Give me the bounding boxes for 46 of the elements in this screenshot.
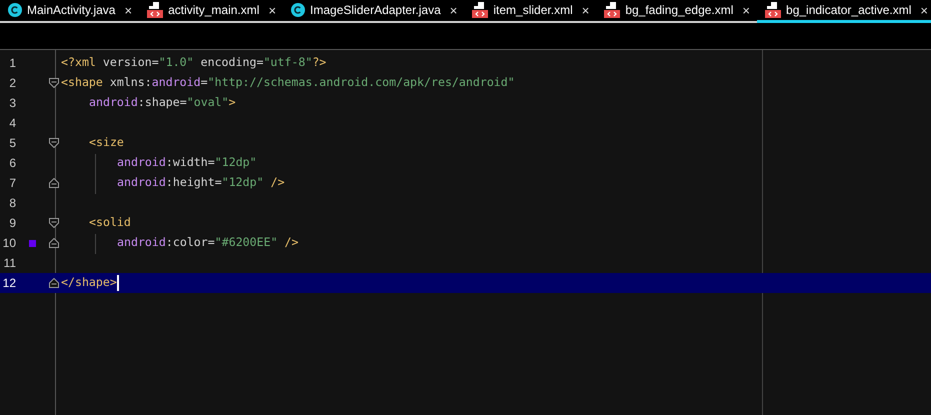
code-line: <solid — [89, 214, 131, 232]
xml-file-icon — [472, 2, 488, 18]
line-number: 4 — [8, 115, 17, 132]
line-number: 2 — [8, 75, 17, 92]
close-tab-button[interactable]: × — [450, 4, 458, 16]
line-number: 8 — [8, 195, 17, 212]
line-number: 3 — [8, 95, 17, 112]
close-tab-button[interactable]: × — [124, 4, 132, 16]
editor-tab[interactable]: bg_fading_edge.xml × — [596, 0, 758, 23]
close-tab-button[interactable]: × — [920, 4, 928, 16]
code-line: <size — [89, 134, 124, 152]
text-cursor — [116, 274, 119, 291]
class-icon — [8, 3, 22, 17]
code-line: android:shape="oval"> — [89, 94, 236, 112]
xml-file-icon — [147, 2, 164, 18]
fold-icon[interactable] — [49, 78, 59, 88]
editor-tab[interactable]: ImageSliderAdapter.java × — [283, 0, 464, 23]
xml-file-icon — [765, 2, 782, 18]
fold-icon[interactable] — [49, 218, 59, 228]
line-number: 10 — [2, 235, 17, 252]
close-tab-button[interactable]: × — [582, 4, 590, 16]
code-line: android:height="12dp" /> — [117, 174, 285, 192]
line-number: 6 — [8, 155, 17, 172]
close-tab-button[interactable]: × — [742, 4, 750, 16]
fold-icon[interactable] — [49, 238, 59, 248]
close-tab-button[interactable]: × — [268, 4, 276, 16]
line-number: 1 — [8, 55, 17, 72]
xml-file-icon — [604, 2, 620, 18]
class-icon — [291, 3, 306, 17]
line-number: 12 — [2, 275, 17, 292]
fold-icon[interactable] — [49, 178, 59, 188]
fold-icon[interactable] — [49, 278, 59, 288]
line-number: 11 — [2, 255, 17, 272]
code-line: </shape> — [61, 274, 117, 292]
editor-tab[interactable]: MainActivity.java × — [0, 0, 140, 23]
editor-tab[interactable]: activity_main.xml × — [139, 0, 284, 23]
code-line: android:color="#6200EE" /> — [117, 234, 299, 252]
line-number: 7 — [8, 175, 17, 192]
code-line: <?xml version="1.0" encoding="utf-8"?> — [61, 54, 326, 72]
line-number: 5 — [8, 135, 17, 152]
line-number: 9 — [8, 215, 17, 232]
code-line: <shape xmlns:android="http://schemas.android.com/apk/res/android" — [61, 74, 515, 92]
color-swatch[interactable] — [29, 240, 36, 246]
code-line: android:width="12dp" — [117, 154, 257, 172]
fold-icon[interactable] — [49, 138, 59, 148]
editor-tab[interactable]: item_slider.xml × — [464, 0, 596, 23]
